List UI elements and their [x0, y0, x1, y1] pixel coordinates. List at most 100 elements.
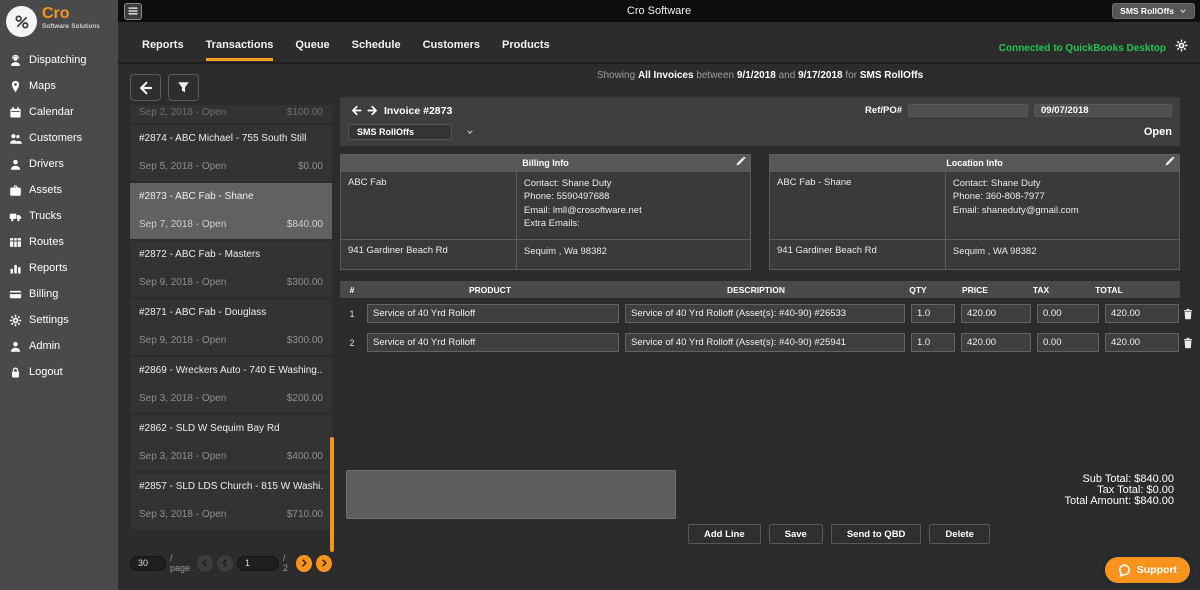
trash-icon — [1182, 337, 1194, 349]
list-item[interactable]: #2871 - ABC Fab - Douglass Sep 9, 2018 -… — [130, 299, 332, 355]
app-title: Cro Software — [118, 5, 1200, 17]
truck-icon — [8, 210, 22, 223]
next-invoice-button[interactable] — [364, 105, 380, 116]
tab-schedule[interactable]: Schedule — [352, 39, 401, 61]
tab-queue[interactable]: Queue — [295, 39, 329, 61]
trash-icon — [1182, 308, 1194, 320]
location-info-title: Location Info — [946, 158, 1003, 168]
next-page-button[interactable] — [296, 555, 312, 572]
sidebar-item-customers[interactable]: Customers — [0, 125, 118, 151]
list-item[interactable]: #2857 - SLD LDS Church - 815 W Washi... … — [130, 473, 332, 529]
product-field[interactable]: Service of 40 Yrd Rolloff — [367, 304, 619, 323]
sidebar-item-maps[interactable]: Maps — [0, 73, 118, 99]
billing-address: 941 Gardiner Beach Rd — [341, 240, 517, 269]
save-button[interactable]: Save — [769, 524, 823, 544]
invoice-notes-input[interactable] — [346, 470, 676, 519]
list-item[interactable]: #2872 - ABC Fab - Masters Sep 9, 2018 - … — [130, 241, 332, 297]
invoice-amount: $300.00 — [287, 277, 323, 288]
tab-transactions[interactable]: Transactions — [206, 39, 274, 61]
list-item-selected[interactable]: #2873 - ABC Fab - Shane Sep 7, 2018 - Op… — [130, 183, 332, 239]
back-arrow-icon — [139, 81, 153, 95]
tab-products[interactable]: Products — [502, 39, 550, 61]
sidebar-item-trucks[interactable]: Trucks — [0, 203, 118, 229]
first-page-button[interactable] — [197, 555, 213, 572]
last-page-button[interactable] — [316, 555, 332, 572]
per-page-input[interactable] — [130, 556, 166, 571]
edit-icon[interactable] — [1164, 156, 1175, 167]
driver-icon — [8, 158, 22, 171]
menu-button[interactable] — [124, 3, 142, 20]
invoice-title: #2862 - SLD W Sequim Bay Rd — [139, 423, 323, 434]
brand-name: Cro — [42, 6, 100, 23]
tax-field[interactable]: 0.00 — [1037, 304, 1099, 323]
invoice-date-status: Sep 3, 2018 - Open — [139, 393, 226, 404]
sidebar-item-dispatching[interactable]: Dispatching — [0, 47, 118, 73]
list-item[interactable]: #2862 - SLD W Sequim Bay Rd Sep 3, 2018 … — [130, 415, 332, 471]
send-to-qbd-button[interactable]: Send to QBD — [831, 524, 922, 544]
support-label: Support — [1137, 564, 1177, 576]
gear-icon[interactable] — [1175, 39, 1188, 52]
invoice-title: #2873 - ABC Fab - Shane — [139, 191, 323, 202]
invoice-amount: $840.00 — [287, 219, 323, 230]
support-button[interactable]: Support — [1105, 557, 1190, 583]
total-field[interactable]: 420.00 — [1105, 304, 1179, 323]
invoice-date-input[interactable] — [1034, 104, 1172, 117]
company-switcher-button[interactable]: SMS RollOffs — [1112, 3, 1195, 19]
product-field[interactable]: Service of 40 Yrd Rolloff — [367, 333, 619, 352]
dispatching-icon — [8, 54, 22, 67]
list-scrollbar[interactable] — [330, 437, 334, 552]
add-line-button[interactable]: Add Line — [688, 524, 761, 544]
invoice-amount: $400.00 — [287, 451, 323, 462]
description-field[interactable]: Service of 40 Yrd Rolloff (Asset(s): #40… — [625, 304, 905, 323]
column-qty: QTY — [896, 285, 940, 295]
invoice-company-select[interactable]: SMS RollOffs — [348, 124, 474, 140]
price-field[interactable]: 420.00 — [961, 333, 1031, 352]
filter-button[interactable] — [168, 74, 199, 101]
sidebar-item-assets[interactable]: Assets — [0, 177, 118, 203]
prev-page-button[interactable] — [217, 555, 233, 572]
list-item[interactable]: #2874 - ABC Michael - 755 South Still Se… — [130, 125, 332, 181]
tab-reports[interactable]: Reports — [142, 39, 184, 61]
sidebar-item-label: Admin — [29, 340, 60, 352]
edit-icon[interactable] — [735, 156, 746, 167]
sidebar-item-logout[interactable]: Logout — [0, 359, 118, 385]
sidebar-item-routes[interactable]: Routes — [0, 229, 118, 255]
routes-icon — [8, 236, 22, 249]
sidebar-item-admin[interactable]: Admin — [0, 333, 118, 359]
prev-invoice-button[interactable] — [348, 105, 364, 116]
billing-name: ABC Fab — [341, 172, 517, 239]
delete-button[interactable]: Delete — [929, 524, 990, 544]
page-number-input[interactable] — [237, 556, 279, 571]
sidebar-item-settings[interactable]: Settings — [0, 307, 118, 333]
invoice-title: #2874 - ABC Michael - 755 South Still — [139, 133, 323, 144]
sidebar-item-calendar[interactable]: Calendar — [0, 99, 118, 125]
chevron-down-icon — [466, 128, 474, 136]
back-button[interactable] — [130, 74, 161, 101]
total-field[interactable]: 420.00 — [1105, 333, 1179, 352]
sidebar-item-drivers[interactable]: Drivers — [0, 151, 118, 177]
description-field[interactable]: Service of 40 Yrd Rolloff (Asset(s): #40… — [625, 333, 905, 352]
invoice-actions: Add Line Save Send to QBD Delete — [688, 524, 990, 544]
sidebar-item-label: Calendar — [29, 106, 74, 118]
delete-line-button[interactable] — [1182, 333, 1194, 352]
sidebar-item-billing[interactable]: Billing — [0, 281, 118, 307]
qty-field[interactable]: 1.0 — [911, 333, 955, 352]
list-item-partial[interactable]: Sep 2, 2018 - Open $100.00 — [130, 105, 332, 123]
sidebar-item-label: Settings — [29, 314, 69, 326]
delete-line-button[interactable] — [1182, 304, 1194, 323]
tax-field[interactable]: 0.00 — [1037, 333, 1099, 352]
ref-po-input[interactable] — [908, 104, 1028, 117]
column-total: TOTAL — [1072, 285, 1146, 295]
subtotal-value: $840.00 — [1134, 473, 1174, 485]
list-item[interactable]: #2869 - Wreckers Auto - 740 E Washing...… — [130, 357, 332, 413]
price-field[interactable]: 420.00 — [961, 304, 1031, 323]
line-number: 2 — [340, 338, 364, 348]
qty-field[interactable]: 1.0 — [911, 304, 955, 323]
invoice-date-status: Sep 9, 2018 - Open — [139, 277, 226, 288]
sidebar-item-reports[interactable]: Reports — [0, 255, 118, 281]
tab-customers[interactable]: Customers — [423, 39, 480, 61]
billing-info-title: Billing Info — [522, 158, 569, 168]
location-name: ABC Fab - Shane — [770, 172, 946, 239]
main-content: Reports Transactions Queue Schedule Cust… — [118, 22, 1200, 590]
invoice-header: Invoice #2873 Ref/PO# SMS RollOffs Open — [340, 97, 1180, 146]
